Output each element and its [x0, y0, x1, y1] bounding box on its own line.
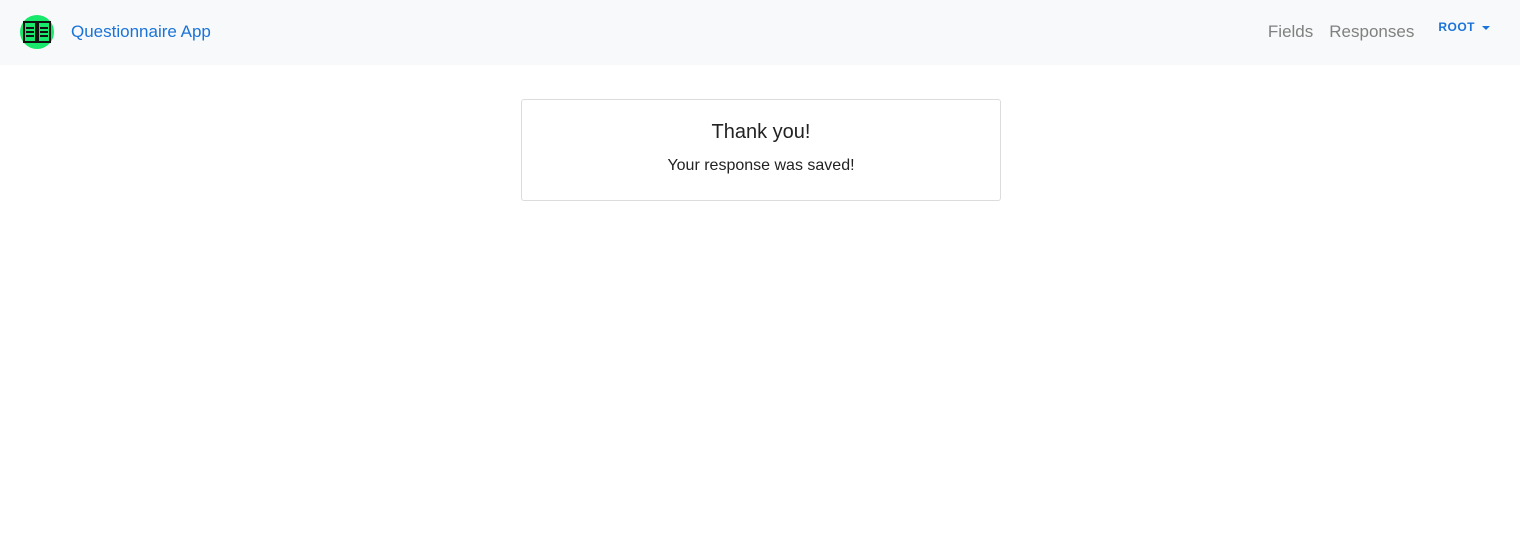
- confirmation-message: Your response was saved!: [667, 157, 855, 174]
- nav-links: Fields Responses ROOT: [1268, 20, 1490, 44]
- confirmation-card: Thank you! Your response was saved!: [521, 99, 1001, 201]
- navbar: Questionnaire App Fields Responses ROOT: [0, 0, 1520, 65]
- caret-down-icon: [1482, 25, 1490, 30]
- brand-title: Questionnaire App: [71, 22, 211, 41]
- nav-link-fields[interactable]: Fields: [1268, 21, 1313, 43]
- user-menu-dropdown[interactable]: ROOT: [1438, 20, 1490, 34]
- brand-link[interactable]: Questionnaire App: [20, 14, 211, 50]
- open-book-icon: [20, 15, 54, 49]
- confirmation-title: Thank you!: [711, 121, 811, 143]
- user-menu-label: ROOT: [1438, 20, 1475, 34]
- nav-link-responses[interactable]: Responses: [1329, 21, 1414, 43]
